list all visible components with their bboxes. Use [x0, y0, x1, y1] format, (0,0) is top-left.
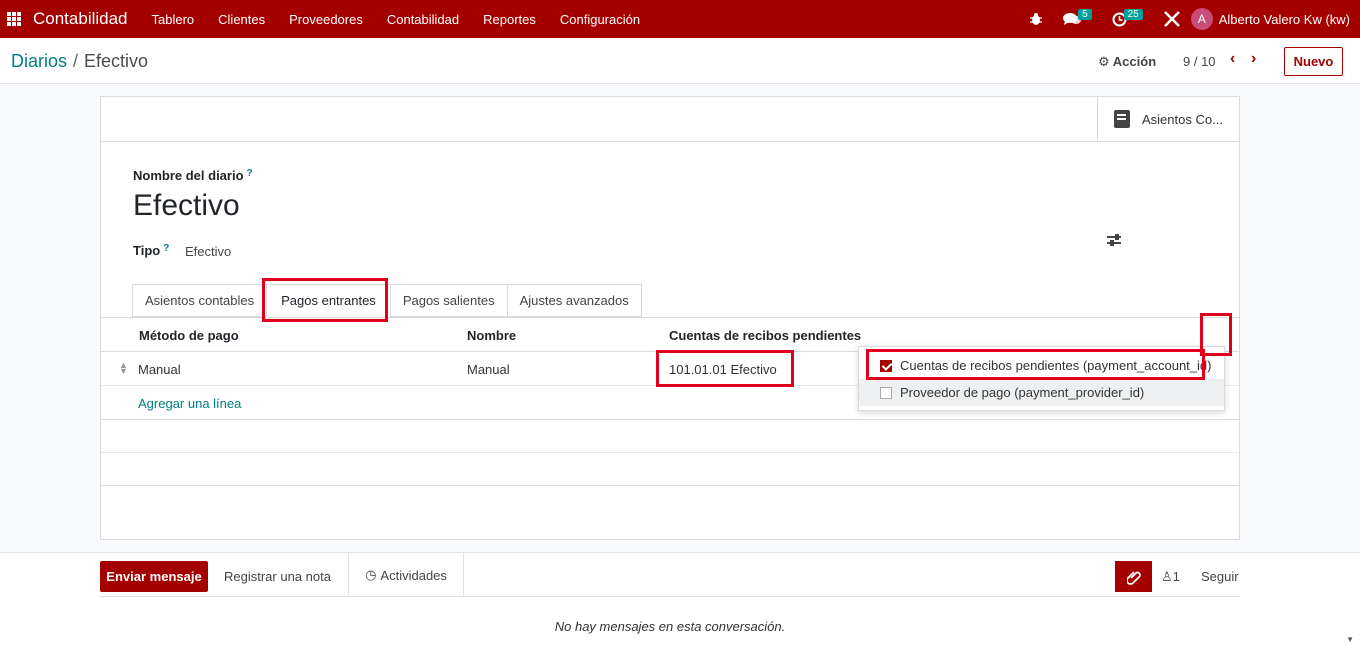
followers-button[interactable]: ♙1 [1161, 569, 1180, 585]
pager-next-icon[interactable]: › [1251, 50, 1256, 68]
messages-icon[interactable]: 5 [1063, 8, 1092, 26]
toggle-knob [1115, 234, 1119, 240]
column-option-label: Proveedor de pago (payment_provider_id) [900, 385, 1145, 400]
scroll-down-icon[interactable]: ▼ [1346, 635, 1354, 644]
book-icon [1114, 110, 1130, 128]
empty-row [101, 453, 1239, 486]
checkbox-unchecked-icon[interactable] [880, 386, 892, 399]
followers-count: 1 [1172, 569, 1180, 584]
chatter-divider [100, 596, 1240, 597]
column-header-metodo[interactable]: Método de pago [139, 328, 239, 343]
highlight-box-account [656, 350, 794, 387]
type-label-text: Tipo [133, 243, 161, 258]
empty-conversation-text: No hay mensajes en esta conversación. [554, 619, 786, 634]
highlight-box-option [866, 349, 1205, 380]
add-line-link[interactable]: Agregar una línea [138, 396, 241, 411]
column-header-cuentas[interactable]: Cuentas de recibos pendientes [669, 328, 861, 343]
journal-name-input[interactable]: Efectivo [133, 189, 240, 223]
drag-handle-icon[interactable]: ▲ ▼ [119, 361, 128, 376]
app-brand[interactable]: Contabilidad [33, 9, 128, 29]
tab-asientos-contables[interactable]: Asientos contables [132, 284, 267, 317]
journal-name-label-text: Nombre del diario [133, 168, 244, 183]
top-navbar: Contabilidad Tablero Clientes Proveedore… [0, 0, 1360, 38]
optional-columns-toggle-icon[interactable] [1105, 231, 1123, 249]
attachment-paperclip-icon[interactable] [1115, 561, 1152, 592]
breadcrumb-separator: / [73, 51, 79, 71]
toggle-knob [1110, 240, 1114, 246]
pager-value[interactable]: 9 / 10 [1183, 54, 1216, 69]
help-tooltip-icon[interactable]: ? [247, 168, 253, 179]
breadcrumb: Diarios / Efectivo [11, 51, 148, 72]
debug-bug-icon[interactable] [1029, 12, 1043, 26]
pager-previous-icon[interactable]: ‹ [1230, 50, 1235, 68]
journal-name-label: Nombre del diario? [133, 168, 253, 183]
menu-configuracion[interactable]: Configuración [560, 12, 640, 27]
menu-reportes[interactable]: Reportes [483, 12, 536, 27]
smart-button-label: Asientos Co... [1142, 111, 1223, 127]
column-header-nombre[interactable]: Nombre [467, 328, 516, 343]
breadcrumb-diarios-link[interactable]: Diarios [11, 51, 67, 71]
activities-clock-icon[interactable]: 25 [1112, 8, 1143, 27]
type-label: Tipo? [133, 243, 169, 258]
menu-contabilidad[interactable]: Contabilidad [387, 12, 459, 27]
help-tooltip-icon[interactable]: ? [163, 243, 169, 254]
menu-tablero[interactable]: Tablero [152, 12, 195, 27]
breadcrumb-current: Efectivo [84, 51, 149, 71]
messages-count-badge: 5 [1078, 8, 1092, 20]
follow-button[interactable]: Seguir [1201, 569, 1239, 584]
activities-count-badge: 25 [1123, 8, 1143, 20]
menu-proveedores[interactable]: Proveedores [289, 12, 363, 27]
tab-pagos-salientes[interactable]: Pagos salientes [389, 284, 507, 317]
column-option-payment-provider[interactable]: Proveedor de pago (payment_provider_id) [859, 379, 1224, 406]
user-avatar[interactable]: A [1190, 8, 1213, 30]
highlight-box-tab [262, 278, 388, 322]
settings-tools-icon[interactable] [1163, 10, 1181, 28]
chatter: Enviar mensaje Registrar una nota ◷ Acti… [0, 552, 1360, 645]
user-name[interactable]: Alberto Valero Kw (kw) [1219, 12, 1350, 27]
action-label: Acción [1112, 54, 1157, 69]
journal-entries-smart-button[interactable]: Asientos Co... [1097, 97, 1239, 141]
activities-button[interactable]: ◷ Actividades [348, 553, 464, 597]
apps-menu-icon[interactable] [7, 12, 21, 26]
cell-metodo[interactable]: Manual [138, 362, 181, 377]
activities-label: Actividades [380, 567, 447, 583]
empty-row [101, 420, 1239, 453]
user-icon: ♙ [1161, 569, 1173, 584]
log-note-button[interactable]: Registrar una nota [224, 569, 331, 584]
control-panel: Diarios / Efectivo ⚙ Acción 9 / 10 ‹ › Nue… [0, 38, 1360, 84]
gear-icon: ⚙ [1098, 54, 1110, 69]
smart-button-box: Asientos Co... [101, 97, 1239, 142]
clock-icon: ◷ [365, 567, 377, 582]
cell-nombre[interactable]: Manual [467, 362, 510, 377]
new-button[interactable]: Nuevo [1284, 47, 1343, 76]
action-menu-button[interactable]: ⚙ Acción [1098, 54, 1156, 70]
menu-clientes[interactable]: Clientes [218, 12, 265, 27]
type-value[interactable]: Efectivo [185, 244, 231, 259]
send-message-button[interactable]: Enviar mensaje [100, 561, 208, 592]
tab-ajustes-avanzados[interactable]: Ajustes avanzados [506, 284, 642, 317]
